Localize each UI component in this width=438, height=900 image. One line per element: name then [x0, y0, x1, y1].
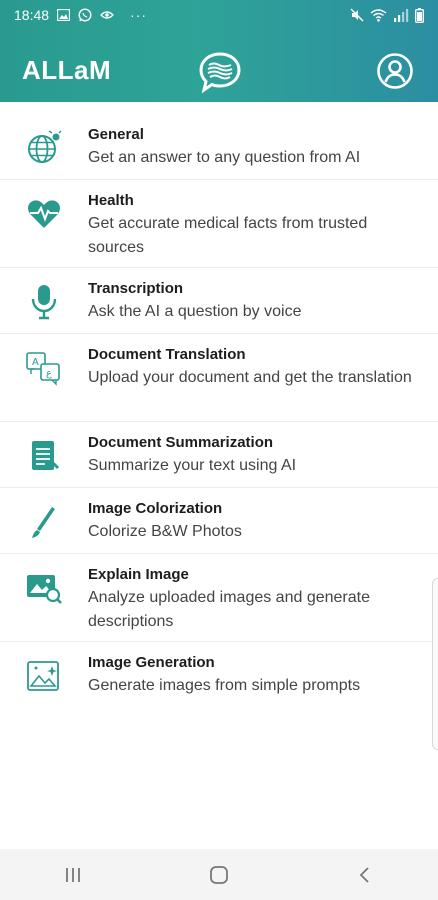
- service-general[interactable]: General Get an answer to any question fr…: [0, 114, 438, 180]
- chat-logo-icon: [197, 50, 243, 94]
- svg-text:A: A: [32, 357, 39, 368]
- app-title: ALLaM: [22, 55, 112, 85]
- service-description: Summarize your text using AI: [88, 457, 297, 474]
- heart-pulse-icon: [22, 194, 66, 234]
- status-bar: 18:48 ···: [0, 0, 438, 30]
- account-button[interactable]: [376, 52, 414, 90]
- mute-icon: [350, 8, 364, 22]
- wifi-icon: [370, 8, 387, 22]
- svg-text:ع: ع: [46, 368, 52, 379]
- account-icon: [377, 53, 413, 89]
- translate-icon: A ع: [22, 348, 66, 388]
- microphone-icon: [22, 282, 66, 322]
- home-button[interactable]: [199, 855, 239, 895]
- gallery-notification-icon: [57, 9, 71, 21]
- eye-notification-icon: [100, 10, 114, 20]
- brush-icon: [22, 502, 66, 542]
- service-description: Analyze uploaded images and generate des…: [88, 589, 370, 630]
- home-icon: [210, 865, 228, 884]
- service-document-summarization[interactable]: Document Summarization Summarize your te…: [0, 422, 438, 488]
- service-title: Document Translation: [88, 346, 246, 363]
- services-list: General Get an answer to any question fr…: [0, 114, 438, 708]
- signal-icon: [393, 8, 409, 22]
- recent-apps-button[interactable]: [53, 855, 93, 895]
- image-sparkle-icon: [22, 656, 66, 696]
- back-button[interactable]: [345, 855, 385, 895]
- service-title: Document Summarization: [88, 434, 274, 451]
- service-image-generation[interactable]: Image Generation Generate images from si…: [0, 642, 438, 708]
- more-notifications-icon: ···: [130, 7, 148, 23]
- service-transcription[interactable]: Transcription Ask the AI a question by v…: [0, 268, 438, 334]
- status-time: 18:48: [14, 7, 50, 23]
- service-description: Colorize B&W Photos: [88, 523, 242, 540]
- image-search-icon: [22, 568, 66, 608]
- service-title: Image Colorization: [88, 500, 223, 517]
- whatsapp-notification-icon: [78, 8, 92, 22]
- service-title: Explain Image: [88, 566, 189, 583]
- service-description: Upload your document and get the transla…: [88, 369, 412, 386]
- service-title: Transcription: [88, 280, 184, 297]
- service-health[interactable]: Health Get accurate medical facts from t…: [0, 180, 438, 268]
- service-description: Generate images from simple prompts: [88, 677, 361, 694]
- battery-icon: [415, 7, 424, 23]
- service-image-colorization[interactable]: Image Colorization Colorize B&W Photos: [0, 488, 438, 554]
- app-header: 18:48 ··· ALLaM: [0, 0, 438, 102]
- service-title: Health: [88, 192, 134, 209]
- service-description: Get accurate medical facts from trusted …: [88, 215, 368, 256]
- service-description: Get an answer to any question from AI: [88, 149, 361, 166]
- service-document-translation[interactable]: A ع Document Translation Upload your doc…: [0, 334, 438, 422]
- edge-panel-handle[interactable]: [432, 578, 438, 750]
- system-navigation-bar: [0, 849, 438, 900]
- back-icon: [359, 866, 369, 883]
- service-explain-image[interactable]: Explain Image Analyze uploaded images an…: [0, 554, 438, 642]
- globe-icon: [22, 128, 66, 168]
- recent-apps-icon: [66, 867, 80, 882]
- service-title: Image Generation: [88, 654, 215, 671]
- service-description: Ask the AI a question by voice: [88, 303, 302, 320]
- service-title: General: [88, 126, 144, 143]
- document-icon: [22, 436, 66, 476]
